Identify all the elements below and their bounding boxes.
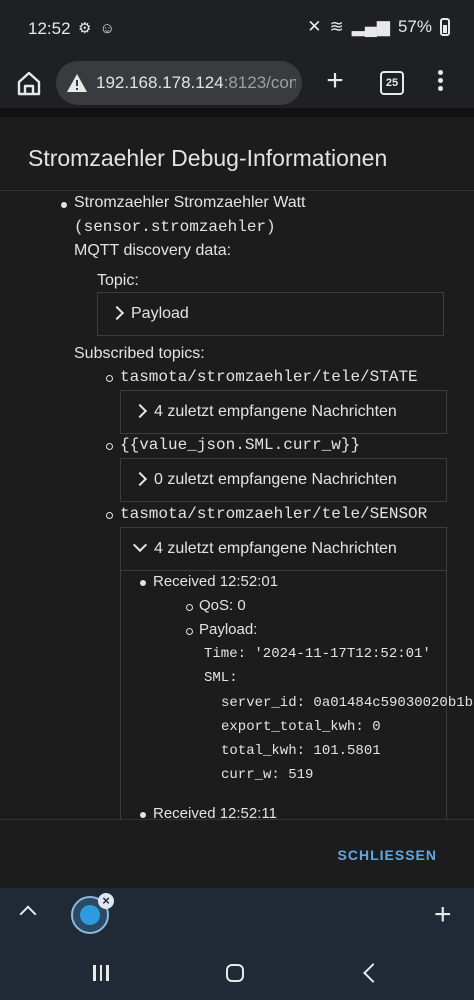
messages-expander[interactable]: 4 zuletzt empfangene Nachrichten: [120, 390, 447, 434]
home-icon[interactable]: [14, 68, 44, 98]
url-path: :8123/conf: [223, 73, 296, 92]
dialog-content: Stromzaehler Stromzaehler Watt (sensor.s…: [0, 191, 474, 819]
url-text[interactable]: 192.168.178.124:8123/conf: [96, 73, 296, 93]
warning-icon[interactable]: [66, 72, 88, 94]
bullet: [106, 512, 113, 519]
url-host: 192.168.178.124: [96, 73, 224, 92]
bullet: [61, 202, 67, 208]
messages-count: 0 zuletzt empfangene Nachrichten: [154, 471, 397, 488]
bullet: [106, 375, 113, 382]
status-right: ✕ ≋ ▂▄▆ 57%: [307, 17, 450, 37]
status-time: 12:52: [28, 19, 71, 38]
qos-label: QoS: 0: [199, 597, 246, 614]
received-label: Received 12:52:11: [153, 805, 277, 819]
discovery-label: MQTT discovery data:: [74, 242, 232, 259]
payload-label: Payload:: [199, 621, 258, 638]
system-nav-bar: [0, 942, 474, 1000]
status-bar: 12:52 ⚙ ☺ ✕ ≋ ▂▄▆ 57%: [0, 0, 474, 58]
payload-line: total_kwh: 101.5801: [221, 743, 381, 759]
received-label: Received 12:52:01: [153, 573, 279, 590]
topic-name: tasmota/stromzaehler/tele/SENSOR: [120, 505, 428, 523]
new-tab-button[interactable]: +: [320, 66, 350, 97]
topic-label: Topic:: [97, 272, 139, 289]
chevron-up-icon[interactable]: [19, 905, 37, 923]
bullet: [186, 628, 193, 635]
signal-icon: ▂▄▆: [351, 17, 390, 36]
topic-name: {{value_json.SML.curr_w}}: [120, 436, 361, 454]
wifi-icon: ≋: [329, 17, 344, 36]
battery-percent: 57%: [397, 17, 432, 36]
entity-id: (sensor.stromzaehler): [74, 218, 276, 236]
payload-line: server_id: 0a01484c59030020b1ba: [221, 695, 474, 711]
chevron-down-icon: [132, 537, 148, 553]
recent-apps-icon[interactable]: [93, 965, 113, 981]
divider: [0, 819, 474, 820]
messages-expander[interactable]: 0 zuletzt empfangene Nachrichten: [120, 458, 447, 502]
bullet: [140, 812, 146, 818]
bullet: [186, 604, 193, 611]
more-vert-icon[interactable]: [436, 70, 444, 96]
notification-icons: ⚙ ☺: [78, 20, 117, 37]
payload-line: Time: '2024-11-17T12:52:01': [204, 646, 431, 662]
debug-dialog: Stromzaehler Debug-Informationen Stromza…: [0, 117, 474, 888]
payload-line: curr_w: 519: [221, 767, 314, 783]
expander-border: [446, 569, 447, 819]
bottom-toolbar: × +: [0, 888, 474, 942]
payload-expander-label: Payload: [131, 305, 189, 322]
expander-border: [120, 569, 121, 819]
messages-expander-open[interactable]: 4 zuletzt empfangene Nachrichten: [120, 527, 447, 571]
browser-toolbar: 192.168.178.124:8123/conf + 25: [0, 58, 474, 108]
chevron-right-icon: [109, 305, 125, 321]
plus-icon[interactable]: +: [434, 898, 452, 932]
chevron-right-icon: [132, 471, 148, 487]
close-dialog-button[interactable]: SCHLIESSEN: [338, 847, 437, 863]
chevron-right-icon: [132, 403, 148, 419]
messages-count: 4 zuletzt empfangene Nachrichten: [154, 403, 397, 420]
entity-name: Stromzaehler Stromzaehler Watt: [74, 194, 306, 211]
topic-name: tasmota/stromzaehler/tele/STATE: [120, 368, 418, 386]
bullet: [140, 580, 146, 586]
payload-line: export_total_kwh: 0: [221, 719, 381, 735]
payload-expander[interactable]: Payload: [97, 292, 444, 336]
tab-switcher-icon[interactable]: 25: [380, 71, 404, 95]
close-icon[interactable]: ×: [98, 893, 114, 909]
battery-icon: [440, 18, 450, 36]
dialog-title: Stromzaehler Debug-Informationen: [28, 145, 388, 171]
back-icon[interactable]: [363, 963, 383, 983]
mute-icon: ✕: [307, 17, 322, 36]
home-nav-icon[interactable]: [226, 964, 244, 982]
messages-count: 4 zuletzt empfangene Nachrichten: [154, 540, 397, 557]
address-bar[interactable]: 192.168.178.124:8123/conf: [56, 61, 302, 105]
payload-line: SML:: [204, 670, 238, 686]
subscribed-label: Subscribed topics:: [74, 345, 205, 362]
bullet: [106, 443, 113, 450]
